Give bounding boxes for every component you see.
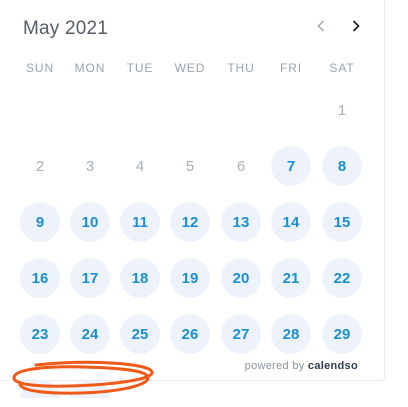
weekday-tue: TUE (126, 61, 154, 75)
weekday-thu: THU (227, 61, 255, 75)
day-26[interactable]: 26 (170, 314, 210, 354)
weekday-wed: WED (174, 61, 206, 75)
chevron-right-icon (353, 20, 360, 32)
day-2: 2 (35, 157, 45, 175)
day-10[interactable]: 10 (70, 202, 110, 242)
day-20[interactable]: 20 (221, 258, 261, 298)
weekday-sun: SUN (25, 61, 55, 75)
day-7[interactable]: 7 (271, 146, 311, 186)
weekday-sat: SAT (329, 61, 355, 75)
next-month-button[interactable] (344, 14, 368, 38)
day-23[interactable]: 23 (20, 314, 60, 354)
day-29[interactable]: 29 (322, 314, 362, 354)
chevron-left-icon (317, 20, 324, 32)
day-27[interactable]: 27 (221, 314, 261, 354)
calendar-card: May 2021 SUN MON TUE WED THU FRI SAT 123456789… (0, 0, 385, 398)
prev-month-button[interactable] (309, 14, 333, 38)
day-19[interactable]: 19 (170, 258, 210, 298)
day-17[interactable]: 17 (70, 258, 110, 298)
day-15[interactable]: 15 (322, 202, 362, 242)
day-24[interactable]: 24 (70, 314, 110, 354)
day-3: 3 (85, 157, 95, 175)
day-11[interactable]: 11 (120, 202, 160, 242)
powered-by-footer: powered by calendso (245, 360, 358, 372)
day-28[interactable]: 28 (271, 314, 311, 354)
brand-name[interactable]: calendso (308, 360, 358, 372)
day-12[interactable]: 12 (170, 202, 210, 242)
day-25[interactable]: 25 (120, 314, 160, 354)
day-13[interactable]: 13 (221, 202, 261, 242)
powered-by-label: powered by (244, 360, 305, 372)
day-8[interactable]: 8 (322, 146, 362, 186)
month-title: May 2021 (23, 18, 109, 39)
weekday-fri: FRI (279, 61, 303, 75)
day-1: 1 (337, 101, 347, 119)
day-22[interactable]: 22 (322, 258, 362, 298)
day-partial[interactable] (20, 380, 60, 398)
day-16[interactable]: 16 (20, 258, 60, 298)
day-21[interactable]: 21 (271, 258, 311, 298)
day-9[interactable]: 9 (20, 202, 60, 242)
weekday-mon: MON (74, 61, 106, 75)
day-14[interactable]: 14 (271, 202, 311, 242)
day-5: 5 (185, 157, 195, 175)
day-6: 6 (236, 157, 246, 175)
day-partial[interactable] (70, 380, 110, 398)
day-18[interactable]: 18 (120, 258, 160, 298)
day-4: 4 (135, 157, 145, 175)
